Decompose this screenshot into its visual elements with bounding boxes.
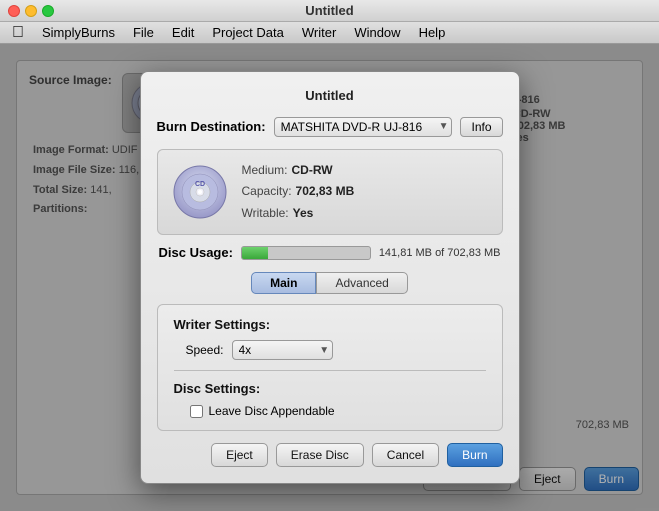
separator bbox=[174, 370, 486, 371]
close-button[interactable] bbox=[8, 5, 20, 17]
title-bar: Untitled bbox=[0, 0, 659, 22]
burn-button[interactable]: Burn bbox=[447, 443, 502, 467]
dialog: Untitled Burn Destination: MATSHITA DVD-… bbox=[140, 71, 520, 485]
progress-bar-container bbox=[241, 246, 371, 260]
writable-label: Writable: bbox=[242, 203, 289, 225]
menu-bar:  SimplyBurns File Edit Project Data Wri… bbox=[0, 22, 659, 44]
app-window: Source Image: qt- bbox=[0, 44, 659, 511]
tabs-row: Main Advanced bbox=[157, 272, 503, 294]
medium-value: CD-RW bbox=[292, 160, 333, 182]
disc-details: Medium: CD-RW Capacity: 702,83 MB Writab… bbox=[242, 160, 355, 225]
capacity-value: 702,83 MB bbox=[296, 181, 355, 203]
checkbox-row: Leave Disc Appendable bbox=[190, 404, 486, 418]
menu-window[interactable]: Window bbox=[346, 23, 408, 42]
menu-help[interactable]: Help bbox=[411, 23, 454, 42]
menu-project-data[interactable]: Project Data bbox=[204, 23, 292, 42]
speed-select[interactable]: 1x 2x 4x 8x Max bbox=[232, 340, 334, 360]
traffic-lights bbox=[8, 5, 54, 17]
capacity-label: Capacity: bbox=[242, 181, 292, 203]
burn-destination-label: Burn Destination: bbox=[157, 119, 266, 134]
tab-advanced[interactable]: Advanced bbox=[316, 272, 407, 294]
disc-usage-row: Disc Usage: 141,81 MB of 702,83 MB bbox=[157, 245, 503, 260]
tab-content-main: Writer Settings: Speed: 1x 2x 4x 8x Max … bbox=[157, 304, 503, 431]
writer-settings-header: Writer Settings: bbox=[174, 317, 486, 332]
drive-select[interactable]: MATSHITA DVD-R UJ-816 bbox=[274, 117, 453, 137]
menu-writer[interactable]: Writer bbox=[294, 23, 344, 42]
drive-select-wrapper[interactable]: MATSHITA DVD-R UJ-816 ▼ bbox=[274, 117, 453, 137]
minimize-button[interactable] bbox=[25, 5, 37, 17]
medium-label: Medium: bbox=[242, 160, 288, 182]
speed-label: Speed: bbox=[174, 343, 224, 357]
speed-row: Speed: 1x 2x 4x 8x Max ▼ bbox=[174, 340, 486, 360]
apple-menu[interactable]:  bbox=[4, 22, 32, 44]
menu-simplyburns[interactable]: SimplyBurns bbox=[34, 23, 123, 42]
usage-text: 141,81 MB of 702,83 MB bbox=[379, 247, 501, 259]
speed-select-wrapper[interactable]: 1x 2x 4x 8x Max ▼ bbox=[232, 340, 334, 360]
cd-icon: CD bbox=[172, 164, 228, 220]
dialog-overlay: Untitled Burn Destination: MATSHITA DVD-… bbox=[0, 44, 659, 511]
burn-destination-row: Burn Destination: MATSHITA DVD-R UJ-816 … bbox=[157, 117, 503, 137]
disc-usage-label: Disc Usage: bbox=[159, 245, 233, 260]
disc-info-section: CD Medium: CD-RW Capacity: 702,83 MB Wri… bbox=[157, 149, 503, 236]
dialog-title: Untitled bbox=[157, 88, 503, 103]
cancel-button[interactable]: Cancel bbox=[372, 443, 439, 467]
disc-settings-header: Disc Settings: bbox=[174, 381, 486, 396]
app-title-bar: Untitled bbox=[305, 3, 353, 18]
erase-disc-button[interactable]: Erase Disc bbox=[276, 443, 364, 467]
leave-appendable-label: Leave Disc Appendable bbox=[209, 404, 335, 418]
writable-value: Yes bbox=[293, 203, 314, 225]
tab-main[interactable]: Main bbox=[251, 272, 316, 294]
maximize-button[interactable] bbox=[42, 5, 54, 17]
progress-bar-fill bbox=[242, 247, 268, 259]
svg-text:CD: CD bbox=[194, 181, 204, 188]
info-button[interactable]: Info bbox=[460, 117, 502, 137]
eject-button[interactable]: Eject bbox=[211, 443, 268, 467]
dialog-buttons: Eject Erase Disc Cancel Burn bbox=[157, 443, 503, 467]
leave-appendable-checkbox[interactable] bbox=[190, 405, 203, 418]
menu-file[interactable]: File bbox=[125, 23, 162, 42]
menu-edit[interactable]: Edit bbox=[164, 23, 202, 42]
